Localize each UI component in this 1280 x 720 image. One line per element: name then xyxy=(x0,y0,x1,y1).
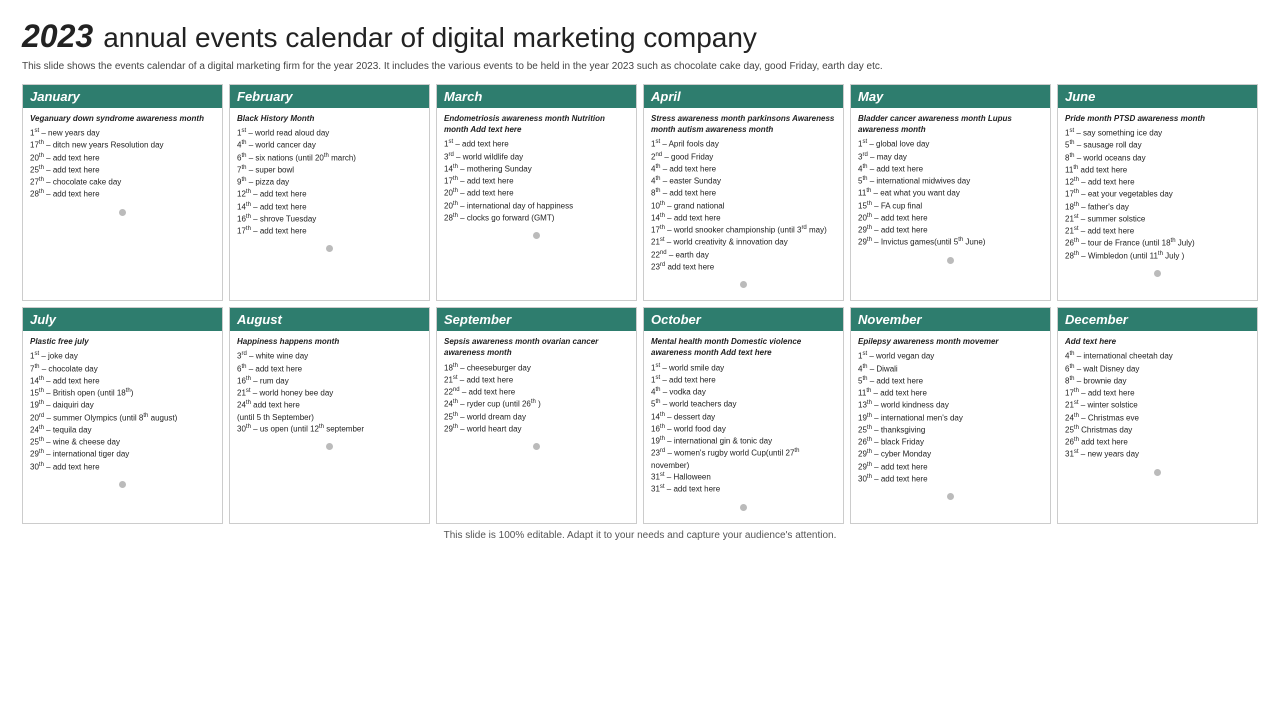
month-tagline-may: Bladder cancer awareness month Lupus awa… xyxy=(858,113,1043,135)
month-header-november: November xyxy=(851,308,1050,331)
month-card-may: May Bladder cancer awareness month Lupus … xyxy=(850,84,1051,301)
card-dot xyxy=(740,281,747,288)
card-dot xyxy=(326,245,333,252)
month-tagline-april: Stress awareness month parkinsons Awaren… xyxy=(651,113,836,135)
month-card-april: April Stress awareness month parkinsons A… xyxy=(643,84,844,301)
month-header-october: October xyxy=(644,308,843,331)
month-tagline-march: Endometriosis awareness month Nutrition … xyxy=(444,113,629,135)
month-header-august: August xyxy=(230,308,429,331)
card-dot xyxy=(326,443,333,450)
month-card-september: September Sepsis awareness month ovarian … xyxy=(436,307,637,523)
month-events-september: 18th – cheeseburger day21st – add text h… xyxy=(444,362,629,436)
month-card-october: October Mental health month Domestic viol… xyxy=(643,307,844,523)
month-card-february: February Black History Month 1st – world r… xyxy=(229,84,430,301)
title-text: annual events calendar of digital market… xyxy=(103,22,757,54)
month-card-june: June Pride month PTSD awareness month 1st … xyxy=(1057,84,1258,301)
card-dot xyxy=(947,493,954,500)
month-header-march: March xyxy=(437,85,636,108)
month-tagline-september: Sepsis awareness month ovarian cancer aw… xyxy=(444,336,629,358)
month-header-february: February xyxy=(230,85,429,108)
month-card-december: December Add text here 4th – international… xyxy=(1057,307,1258,523)
month-events-december: 4th – international cheetah day6th – wal… xyxy=(1065,350,1250,460)
month-header-december: December xyxy=(1058,308,1257,331)
month-card-august: August Happiness happens month 3rd – white… xyxy=(229,307,430,523)
card-dot xyxy=(119,209,126,216)
month-card-november: November Epilepsy awareness month movemer… xyxy=(850,307,1051,523)
calendar-grid: January Veganuary down syndrome awareness… xyxy=(22,84,1258,524)
month-events-may: 1st – global love day3rd – may day4th – … xyxy=(858,138,1043,248)
month-header-april: April xyxy=(644,85,843,108)
card-dot xyxy=(1154,469,1161,476)
month-events-april: 1st – April fools day2nd – good Friday4t… xyxy=(651,138,836,273)
month-events-june: 1st – say something ice day5th – sausage… xyxy=(1065,127,1250,262)
month-events-february: 1st – world read aloud day4th – world ca… xyxy=(237,127,422,237)
month-tagline-january: Veganuary down syndrome awareness month xyxy=(30,113,215,124)
card-dot xyxy=(533,443,540,450)
month-header-july: July xyxy=(23,308,222,331)
month-events-july: 1st – joke day7th – chocolate day14th – … xyxy=(30,350,215,473)
footer-text: This slide is 100% editable. Adapt it to… xyxy=(22,530,1258,541)
subtitle: This slide shows the events calendar of … xyxy=(22,60,1258,74)
card-dot xyxy=(1154,270,1161,277)
card-dot xyxy=(119,481,126,488)
month-tagline-august: Happiness happens month xyxy=(237,336,422,347)
month-header-september: September xyxy=(437,308,636,331)
month-tagline-june: Pride month PTSD awareness month xyxy=(1065,113,1250,124)
month-tagline-october: Mental health month Domestic violence aw… xyxy=(651,336,836,358)
month-events-august: 3rd – white wine day6th – add text here1… xyxy=(237,350,422,435)
month-card-january: January Veganuary down syndrome awareness… xyxy=(22,84,223,301)
month-card-july: July Plastic free july 1st – joke day7th –… xyxy=(22,307,223,523)
month-tagline-february: Black History Month xyxy=(237,113,422,124)
month-header-may: May xyxy=(851,85,1050,108)
title-row: 2023 annual events calendar of digital m… xyxy=(22,18,1258,55)
month-events-november: 1st – world vegan day4th – Diwali5th – a… xyxy=(858,350,1043,485)
title-year: 2023 xyxy=(22,18,93,55)
month-events-january: 1st – new years day17th – ditch new year… xyxy=(30,127,215,201)
month-tagline-july: Plastic free july xyxy=(30,336,215,347)
month-header-june: June xyxy=(1058,85,1257,108)
month-events-october: 1st – world smile day1st – add text here… xyxy=(651,362,836,496)
card-dot xyxy=(947,257,954,264)
month-tagline-november: Epilepsy awareness month movemer xyxy=(858,336,1043,347)
month-tagline-december: Add text here xyxy=(1065,336,1250,347)
month-events-march: 1st – add text here3rd – world wildlife … xyxy=(444,138,629,224)
month-card-march: March Endometriosis awareness month Nutri… xyxy=(436,84,637,301)
card-dot xyxy=(533,232,540,239)
card-dot xyxy=(740,504,747,511)
month-header-january: January xyxy=(23,85,222,108)
